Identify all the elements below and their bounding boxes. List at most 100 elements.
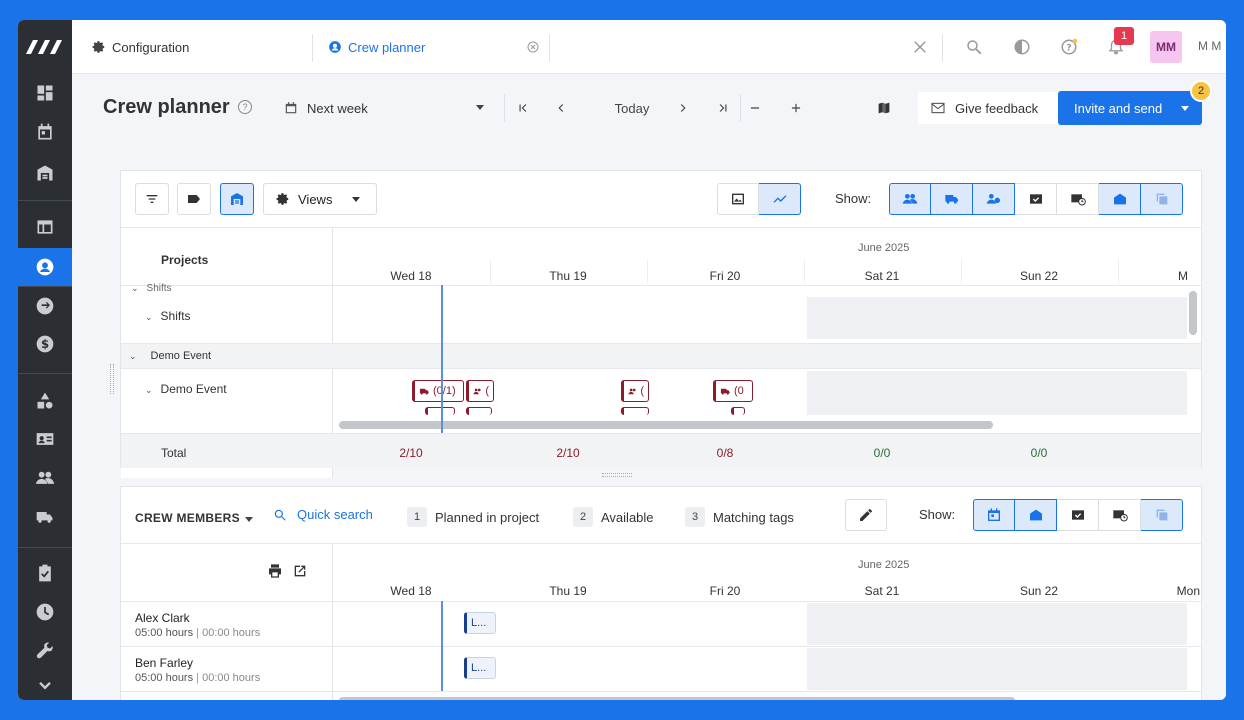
shifts-group-row[interactable]: ⌄ Shifts (131, 283, 172, 291)
views-dropdown[interactable]: Views (263, 183, 377, 215)
print-icon[interactable] (267, 563, 283, 579)
crew-member-row[interactable]: Alex Clark 05:00 hours | 00:00 hours (135, 611, 260, 639)
resize-handle-horizontal[interactable] (602, 473, 632, 477)
help-button[interactable]: ? (1059, 37, 1079, 57)
chart-view-button[interactable] (759, 183, 801, 215)
transport-chip[interactable]: (0 (713, 380, 753, 402)
mail-clock-icon (1112, 510, 1128, 522)
filter-button[interactable] (135, 183, 169, 215)
tab-configuration[interactable]: Configuration (92, 20, 189, 74)
theme-button[interactable] (1012, 37, 1032, 57)
day-header: Sun 22 (1019, 584, 1059, 598)
crew-members-header[interactable]: CREW MEMBERS (135, 511, 240, 525)
show-toggles (889, 183, 1183, 215)
user-name[interactable]: M M (1198, 39, 1221, 53)
page-title: Crew planner (103, 96, 230, 118)
filter-available[interactable]: 2 Available (573, 507, 654, 527)
crew-chip[interactable]: ( (466, 380, 494, 402)
horizontal-scrollbar[interactable] (339, 697, 1015, 700)
chevron-down-icon: ⌄ (129, 351, 137, 361)
show-pending-toggle[interactable] (1099, 499, 1141, 531)
filter-matching-tags[interactable]: 3 Matching tags (685, 507, 794, 527)
sidebar-item-finance[interactable]: $ (18, 325, 72, 363)
crew-member-row[interactable]: Ben Farley 05:00 hours | 00:00 hours (135, 656, 260, 684)
avatar[interactable]: MM (1150, 31, 1182, 63)
show-calendar-toggle[interactable] (973, 499, 1015, 531)
filter-planned-in-project[interactable]: 1 Planned in project (407, 507, 539, 527)
show-crew-toggle[interactable] (889, 183, 931, 215)
show-opened-toggle[interactable] (1015, 499, 1057, 531)
total-label: Total (161, 446, 187, 460)
show-copies-toggle[interactable] (1141, 499, 1183, 531)
previous-period-button[interactable] (550, 92, 572, 124)
today-button[interactable]: Today (586, 92, 678, 124)
sidebar-item-transport[interactable] (18, 498, 72, 536)
sidebar-item-calendar[interactable] (18, 113, 72, 151)
give-feedback-button[interactable]: Give feedback (918, 92, 1058, 124)
total-value: 2/10 (399, 446, 423, 460)
sidebar-item-time[interactable] (18, 593, 72, 631)
show-opened-toggle[interactable] (1099, 183, 1141, 215)
demo-event-row[interactable]: ⌄ Demo Event (145, 382, 227, 396)
next-period-button[interactable] (672, 92, 694, 124)
app-logo[interactable] (18, 20, 72, 74)
zoom-out-button[interactable] (744, 92, 766, 124)
crew-chip[interactable]: ( (621, 380, 649, 402)
demo-event-group-row[interactable]: ⌄ Demo Event (129, 350, 211, 362)
search-button[interactable] (964, 37, 984, 57)
sidebar-item-people[interactable] (18, 459, 72, 497)
sidebar-item-shapes[interactable] (18, 382, 72, 420)
show-copies-toggle[interactable] (1141, 183, 1183, 215)
horizontal-scrollbar[interactable] (339, 421, 993, 429)
last-period-button[interactable] (712, 92, 734, 124)
resize-handle-vertical[interactable] (110, 364, 114, 394)
chevron-down-icon[interactable] (245, 517, 253, 522)
pencil-icon (860, 508, 872, 521)
chip-partial[interactable] (466, 407, 492, 415)
zoom-in-button[interactable] (785, 92, 807, 124)
logo-icon (26, 40, 62, 54)
sidebar-item-planning[interactable] (18, 208, 72, 246)
sidebar-expand[interactable] (18, 668, 72, 700)
tab-crew-planner[interactable]: Crew planner (328, 20, 425, 74)
first-period-button[interactable] (512, 92, 534, 124)
projects-header: Projects (161, 253, 209, 267)
show-transport-toggle[interactable] (931, 183, 973, 215)
plus-icon (791, 103, 801, 113)
truck-icon (944, 195, 958, 204)
day-header: Sun 22 (1019, 269, 1059, 283)
transport-chip[interactable]: (0/1) (412, 380, 464, 402)
show-crew-settings-toggle[interactable] (973, 183, 1015, 215)
show-confirmed-toggle[interactable] (1015, 183, 1057, 215)
edit-button[interactable] (845, 499, 887, 531)
shifts-row[interactable]: ⌄ Shifts (145, 309, 191, 323)
sidebar-item-warehouse[interactable] (18, 154, 72, 192)
show-pending-toggle[interactable] (1057, 183, 1099, 215)
sidebar-item-contacts[interactable] (18, 420, 72, 458)
tab-close-button[interactable] (523, 37, 543, 57)
help-icon[interactable]: ? (238, 100, 252, 114)
current-time-indicator (441, 285, 443, 433)
chip-partial[interactable] (621, 407, 649, 415)
quick-search-button[interactable]: Quick search (273, 507, 373, 522)
image-view-button[interactable] (717, 183, 759, 215)
assignment-chip[interactable]: L... (464, 612, 496, 634)
invite-and-send-button[interactable]: Invite and send (1058, 91, 1202, 125)
show-confirmed-toggle[interactable] (1057, 499, 1099, 531)
sidebar-item-sync[interactable] (18, 287, 72, 325)
open-external-icon[interactable] (292, 563, 308, 579)
vertical-scrollbar[interactable] (1189, 291, 1197, 335)
close-all-button[interactable] (910, 37, 930, 57)
sidebar-item-crew[interactable] (18, 248, 72, 286)
chip-partial[interactable] (731, 407, 745, 415)
chip-partial[interactable] (425, 407, 455, 415)
sidebar-item-dashboard[interactable] (18, 74, 72, 112)
map-button[interactable] (868, 92, 900, 124)
show-label: Show: (835, 191, 872, 206)
date-range-select[interactable]: Next week (272, 92, 494, 124)
assignment-chip[interactable]: L... (464, 657, 496, 679)
sidebar-item-tools[interactable] (18, 632, 72, 670)
sidebar-item-tasks[interactable] (18, 554, 72, 592)
warehouse-toggle[interactable] (220, 183, 254, 215)
tags-button[interactable] (177, 183, 211, 215)
